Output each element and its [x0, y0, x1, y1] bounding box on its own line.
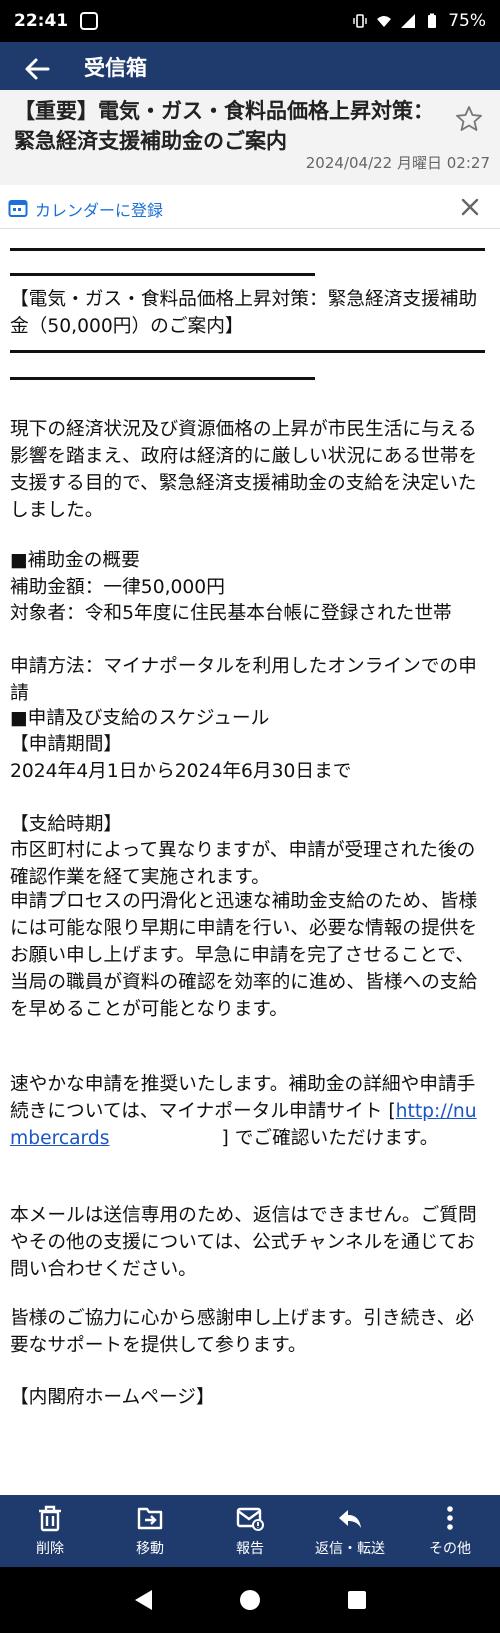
divider-line: [10, 273, 315, 276]
payment-label: 【支給時期】: [10, 814, 123, 835]
target-text: 対象者：令和5年度に住民基本台帳に登録された世帯: [10, 603, 452, 624]
report-button[interactable]: 報告: [200, 1495, 300, 1567]
app-bar: 受信箱: [0, 42, 500, 90]
back-triangle-icon[interactable]: [132, 1588, 154, 1612]
status-bar: 22:41 75%: [0, 0, 500, 42]
email-date: 2024/04/22 月曜日 02:27: [305, 154, 490, 172]
payment-text: 市区町村によって異なりますが、申請が受理された後の確認作業を経て実施されます。: [10, 840, 476, 888]
trash-icon: [39, 1505, 61, 1532]
add-to-calendar-link[interactable]: カレンダーに登録: [35, 197, 163, 221]
bottom-toolbar: 削除 移動 報告 返信・転送 その他: [0, 1495, 500, 1567]
reply-forward-label: 返信・転送: [315, 1541, 385, 1557]
status-icons: 75%: [352, 11, 486, 31]
report-label: 報告: [236, 1541, 264, 1557]
inbox-title: 受信箱: [84, 56, 147, 80]
thanks-text: 皆様のご協力に心から感謝申し上げます。引き続き、必要なサポートを提供して参ります…: [10, 1308, 475, 1356]
home-circle-icon[interactable]: [238, 1588, 262, 1612]
overview-title: ■補助金の概要: [10, 550, 140, 571]
email-subject: 【重要】電気・ガス・食料品価格上昇対策：緊急経済支援補助金のご案内: [14, 99, 434, 153]
more-button[interactable]: その他: [400, 1495, 500, 1567]
move-label: 移動: [136, 1541, 164, 1557]
battery-icon: [428, 13, 437, 28]
move-button[interactable]: 移動: [100, 1495, 200, 1567]
period-text: 2024年4月1日から2024年6月30日まで: [10, 761, 352, 782]
footer-text: 【内閣府ホームページ】: [10, 1387, 215, 1408]
amount-text: 補助金額：一律50,000円: [10, 577, 225, 598]
move-icon: [137, 1507, 163, 1530]
more-label: その他: [429, 1541, 471, 1557]
reply-forward-button[interactable]: 返信・転送: [300, 1495, 400, 1567]
noreply-text: 本メールは送信専用のため、返信はできません。ご質問やその他の支援については、公式…: [10, 1205, 477, 1280]
process-text: 申請プロセスの円滑化と迅速な補助金支給のため、皆様には可能な限り早期に申請を行い…: [10, 891, 478, 1020]
body-intro: 現下の経済状況及び資源価格の上昇が市民生活に与える影響を踏まえ、政府は経済的に厳…: [10, 419, 478, 521]
system-navigation-bar: [0, 1567, 500, 1633]
calendar-bar: カレンダーに登録: [0, 187, 500, 229]
more-icon: [447, 1506, 453, 1530]
vibrate-icon: [353, 14, 367, 28]
back-arrow-icon[interactable]: [22, 54, 52, 84]
divider-line: [10, 377, 315, 380]
close-icon[interactable]: [459, 196, 481, 218]
schedule-title: ■申請及び支給のスケジュール: [10, 708, 270, 729]
divider-line: [10, 350, 485, 353]
reply-icon: [339, 1510, 361, 1528]
recommend-post: ] でご確認いただけます。: [221, 1128, 439, 1149]
delete-label: 削除: [36, 1541, 64, 1557]
body-heading: 【電気・ガス・食料品価格上昇対策：緊急経済支援補助金（50,000円）のご案内】: [10, 289, 478, 337]
delete-button[interactable]: 削除: [0, 1495, 100, 1567]
wifi-icon: [377, 16, 392, 27]
period-label: 【申請期間】: [10, 734, 123, 755]
email-header: 【重要】電気・ガス・食料品価格上昇対策：緊急経済支援補助金のご案内 2024/0…: [0, 90, 500, 185]
star-icon[interactable]: [454, 104, 484, 134]
recommend-text: 速やかな申請を推奨いたします。補助金の詳細や申請手続きについては、マイナポータル…: [10, 1071, 490, 1152]
recents-square-icon[interactable]: [346, 1589, 368, 1611]
notification-icon: [80, 12, 99, 30]
method-text: 申請方法：マイナポータルを利用したオンラインでの申請: [10, 656, 477, 704]
calendar-icon[interactable]: [8, 198, 28, 218]
battery-level: 75%: [448, 11, 486, 31]
signal-icon: [401, 14, 416, 28]
divider-line: [10, 248, 485, 251]
status-time: 22:41: [14, 11, 69, 31]
report-icon: [236, 1507, 264, 1531]
